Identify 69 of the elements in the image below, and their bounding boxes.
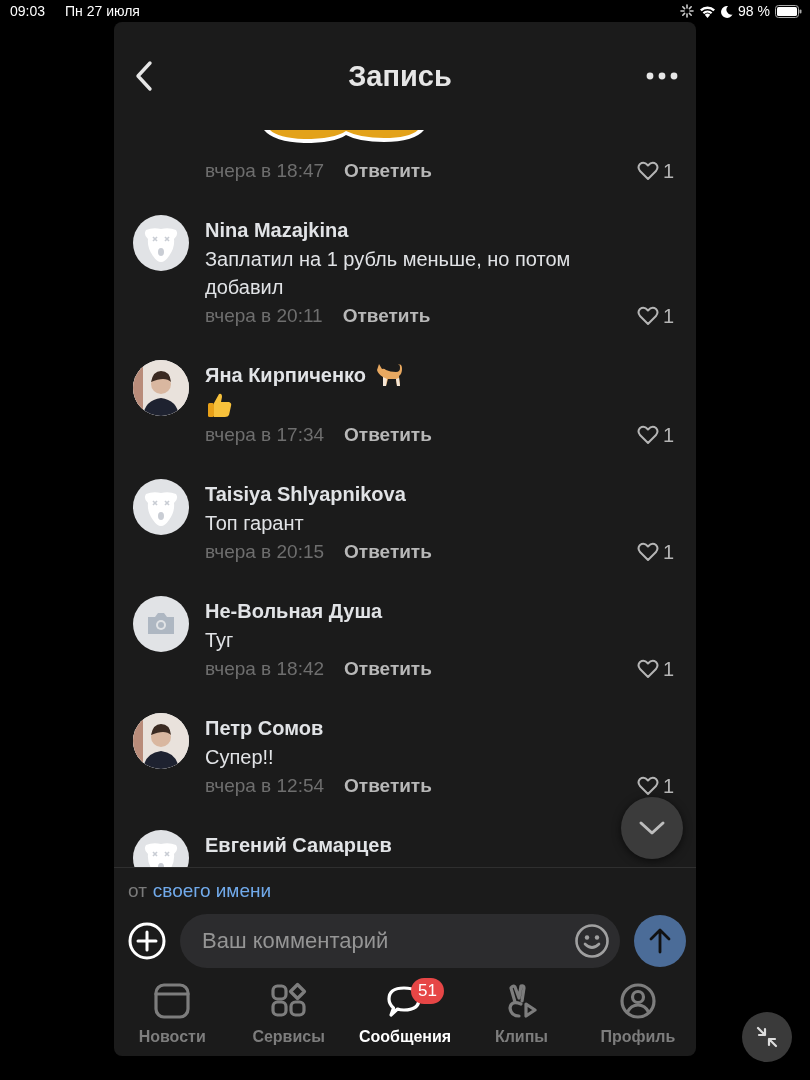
activity-icon: [680, 4, 695, 18]
like-button[interactable]: 1: [636, 540, 674, 564]
unread-badge: 51: [411, 978, 444, 1004]
comment-input[interactable]: Ваш комментарий: [200, 927, 574, 955]
battery-icon: [775, 4, 802, 18]
chevron-down-icon: [638, 820, 666, 836]
tab[interactable]: Сервисы: [230, 982, 347, 1046]
comment-time: вчера в 18:42: [205, 658, 325, 680]
heart-icon: [636, 425, 659, 445]
author-name[interactable]: Не-Вольная Душа: [205, 599, 383, 623]
back-icon: [134, 60, 154, 92]
reply-link[interactable]: Ответить: [344, 160, 432, 182]
send-button[interactable]: [634, 915, 686, 967]
author-name[interactable]: Петр Сомов: [205, 716, 324, 740]
wifi-icon: [699, 4, 717, 18]
moon-icon: [721, 4, 734, 18]
emoji-icon[interactable]: [574, 923, 610, 959]
author-name[interactable]: Taisiya Shlyapnikova: [205, 482, 406, 506]
heart-icon: [636, 659, 659, 679]
page-title: Запись: [348, 59, 452, 93]
comment-text: Туг: [205, 628, 234, 653]
like-button[interactable]: 1: [636, 304, 674, 328]
add-icon[interactable]: [128, 922, 166, 960]
like-button[interactable]: 1: [636, 657, 674, 681]
like-button[interactable]: 1: [636, 159, 674, 183]
author-name[interactable]: Евгений Самарцев: [205, 833, 392, 857]
comment-text: Супер!!: [205, 745, 274, 770]
avatar[interactable]: [133, 713, 189, 769]
comment-time: вчера в 17:34: [205, 424, 325, 446]
reply-link[interactable]: Ответить: [344, 424, 432, 446]
heart-icon: [636, 776, 659, 796]
author-name[interactable]: Nina Mazajkina: [205, 218, 349, 242]
reply-link[interactable]: Ответить: [344, 658, 432, 680]
from-label: от: [128, 880, 147, 901]
avatar[interactable]: [133, 479, 189, 535]
arrow-up-icon: [648, 928, 672, 954]
avatar[interactable]: [133, 215, 189, 271]
comment-text: Топ гарант: [205, 511, 304, 536]
reply-link[interactable]: Ответить: [342, 305, 431, 327]
collapse-button[interactable]: [742, 1012, 792, 1062]
comment-time: вчера в 18:47: [205, 160, 325, 182]
like-button[interactable]: 1: [636, 774, 674, 798]
comment-time: вчера в 12:54: [205, 775, 325, 797]
thumbs-up-icon: [205, 391, 233, 419]
tab[interactable]: Новости: [114, 982, 231, 1046]
like-button[interactable]: 1: [636, 423, 674, 447]
reply-link[interactable]: Ответить: [344, 775, 432, 797]
author-link[interactable]: своего имени: [152, 880, 272, 901]
tab[interactable]: Клипы: [463, 982, 580, 1046]
more-icon: [646, 72, 678, 80]
heart-icon: [636, 542, 659, 562]
heart-icon: [636, 306, 659, 326]
reply-link[interactable]: Ответить: [344, 541, 432, 563]
comment-text: Заплатил на 1 рубль меньше, но потом добавил: [205, 247, 572, 300]
status-date: Пн 27 июля: [65, 3, 140, 19]
collapse-icon: [755, 1025, 779, 1049]
author-name[interactable]: Яна Кирпиченко: [205, 363, 366, 387]
comment-field[interactable]: Ваш комментарий: [180, 914, 620, 968]
battery-percent: 98 %: [738, 3, 770, 19]
avatar[interactable]: [133, 360, 189, 416]
status-time: 09:03: [10, 3, 46, 19]
tab[interactable]: Профиль: [579, 982, 697, 1046]
comment-time: вчера в 20:11: [205, 305, 323, 327]
avatar[interactable]: [133, 596, 189, 652]
grid-icon: [268, 982, 309, 1020]
heart-icon: [636, 161, 659, 181]
comment-time: вчера в 20:15: [205, 541, 325, 563]
profile-icon: [617, 982, 658, 1020]
newspaper-icon: [152, 982, 193, 1020]
